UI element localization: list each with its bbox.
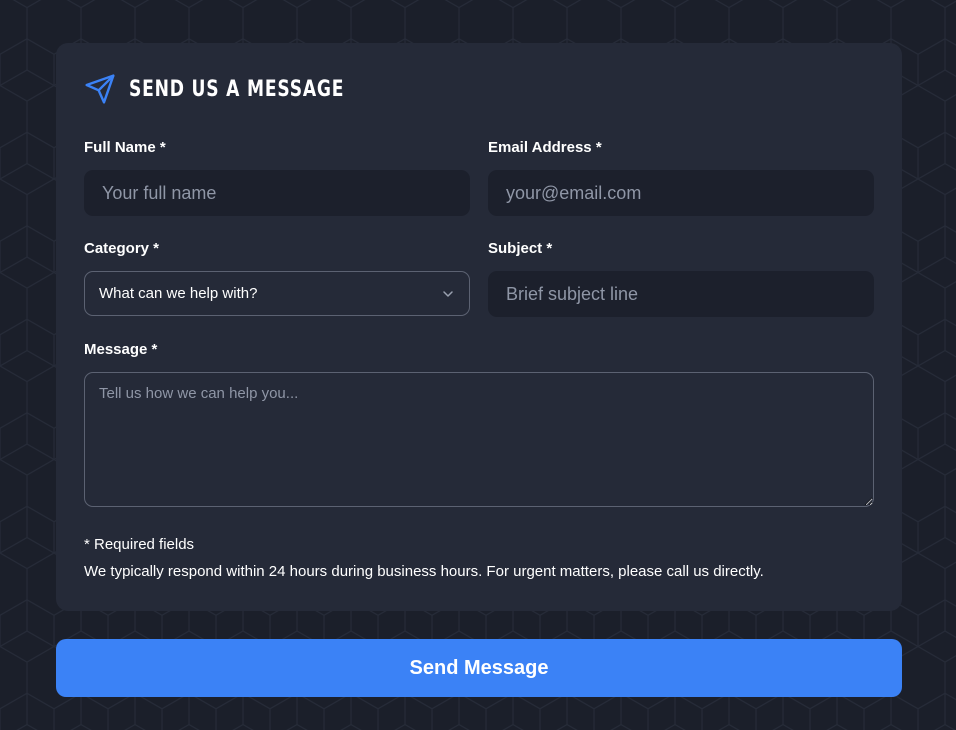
form-title: SEND US A MESSAGE — [129, 76, 345, 102]
required-fields-note: * Required fields — [84, 536, 195, 553]
subject-input[interactable] — [488, 271, 874, 317]
category-label: Category * — [84, 240, 160, 257]
send-message-button[interactable]: Send Message — [56, 639, 902, 697]
subject-label: Subject * — [488, 240, 553, 257]
message-label: Message * — [84, 341, 158, 358]
chevron-down-icon — [441, 287, 455, 301]
form-header: SEND US A MESSAGE — [84, 73, 405, 105]
paper-plane-icon — [84, 73, 116, 105]
message-textarea[interactable] — [84, 372, 874, 507]
contact-form-card: SEND US A MESSAGE Full Name * Email Addr… — [56, 43, 902, 611]
category-select-value: What can we help with? — [99, 285, 258, 302]
email-input[interactable] — [488, 170, 874, 216]
full-name-label: Full Name * — [84, 139, 166, 156]
response-time-note: We typically respond within 24 hours dur… — [84, 563, 764, 580]
full-name-input[interactable] — [84, 170, 470, 216]
email-label: Email Address * — [488, 139, 602, 156]
category-select[interactable]: What can we help with? — [84, 271, 470, 316]
